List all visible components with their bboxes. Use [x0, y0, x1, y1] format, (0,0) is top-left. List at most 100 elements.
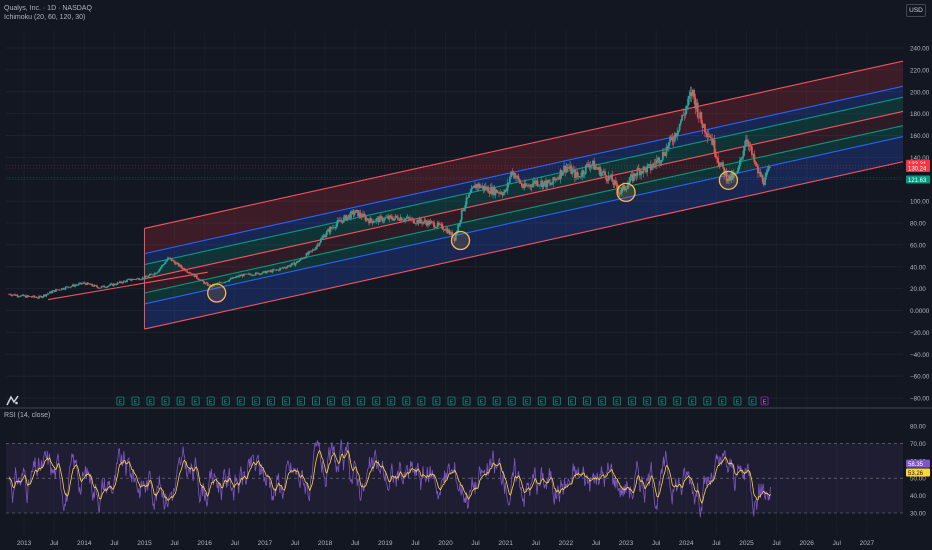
- candle: [279, 268, 281, 271]
- time-tick-label: 2016: [197, 540, 212, 547]
- earnings-label: E: [239, 400, 243, 406]
- candle: [738, 160, 741, 167]
- chart-canvas[interactable]: EEEEEEEEEEEEEEEEEEEEEEEEEEEEEEEEEEEEEEEE…: [0, 0, 932, 550]
- price-tick-label: 240.00: [910, 46, 930, 53]
- candle: [740, 158, 742, 161]
- price-tick-label: −40.00: [910, 352, 930, 359]
- time-tick-label: Jul: [411, 540, 420, 547]
- earnings-label: E: [690, 400, 694, 406]
- candle: [342, 217, 345, 223]
- candle: [201, 279, 204, 282]
- price-tick-label: −80.00: [910, 396, 930, 403]
- channel-band: [144, 111, 904, 293]
- symbol-title[interactable]: Qualys, Inc. · 1D · NASDAQ: [4, 5, 92, 12]
- candle: [681, 114, 683, 121]
- candle: [469, 192, 472, 195]
- candle: [742, 150, 745, 157]
- candle: [350, 211, 352, 219]
- candle: [67, 286, 69, 288]
- candle: [551, 183, 553, 185]
- candle: [325, 231, 328, 235]
- candle: [611, 174, 614, 182]
- earnings-label: E: [359, 400, 363, 406]
- candle: [70, 286, 73, 287]
- candle: [419, 218, 422, 222]
- candle: [390, 216, 393, 220]
- candle: [584, 165, 587, 174]
- price-tick-label: 60.00: [910, 242, 926, 249]
- candle: [671, 137, 674, 142]
- currency-button[interactable]: USD: [906, 4, 926, 17]
- tradingview-logo-icon: [6, 395, 19, 406]
- candle: [719, 163, 722, 167]
- time-axis[interactable]: 2013 Jul 2014 Jul 2015 Jul 2016 Jul 2017 Jul 2018 J…: [17, 540, 875, 547]
- candle: [665, 147, 668, 156]
- candle: [97, 287, 100, 289]
- candle: [393, 218, 396, 221]
- candle: [713, 139, 716, 154]
- earnings-label: E: [570, 400, 574, 406]
- price-axis[interactable]: 240.00220.00200.00180.00160.00140.00120.…: [910, 46, 930, 403]
- candle: [33, 295, 36, 298]
- candle: [115, 284, 118, 286]
- candle: [684, 109, 687, 116]
- candle: [62, 288, 65, 290]
- candle: [431, 221, 434, 223]
- candle: [746, 139, 748, 142]
- candle: [45, 294, 48, 297]
- candle: [105, 287, 108, 288]
- candle: [518, 178, 521, 183]
- candle: [286, 266, 289, 268]
- candle: [716, 157, 718, 159]
- candle: [106, 286, 109, 288]
- candle: [321, 237, 323, 239]
- candle: [41, 296, 44, 298]
- time-tick-label: Jul: [652, 540, 661, 547]
- candle: [590, 164, 593, 166]
- candle: [335, 223, 338, 228]
- candle: [253, 274, 256, 276]
- earnings-label: E: [480, 400, 484, 406]
- candle: [696, 102, 699, 118]
- candle: [294, 263, 297, 266]
- earnings-label: E: [209, 400, 213, 406]
- candle: [169, 257, 172, 259]
- candle: [185, 270, 187, 272]
- candle: [378, 216, 381, 223]
- price-tick-label: 0.0000: [910, 308, 930, 315]
- earnings-label: E: [344, 400, 348, 406]
- candle: [604, 171, 606, 176]
- candle: [100, 286, 103, 288]
- candle: [318, 242, 321, 246]
- earnings-label: E: [525, 400, 529, 406]
- rsi-tick-label: 70.00: [910, 441, 926, 448]
- candle: [561, 172, 564, 176]
- earnings-label: E: [224, 400, 228, 406]
- candle: [165, 260, 168, 262]
- candle: [363, 213, 366, 216]
- candle: [346, 216, 349, 221]
- candle: [722, 162, 724, 168]
- candle: [636, 168, 639, 176]
- candle: [384, 217, 387, 219]
- price-tick-label: 180.00: [910, 111, 930, 118]
- candle: [164, 261, 167, 264]
- candle: [652, 163, 655, 168]
- candle: [63, 289, 66, 290]
- ichimoku-legend[interactable]: Ichimoku (20, 60, 120, 30): [4, 14, 85, 21]
- candle: [152, 274, 155, 276]
- earnings-label: E: [179, 400, 183, 406]
- candle: [265, 271, 268, 274]
- candle: [37, 297, 39, 299]
- earnings-label: E: [405, 400, 409, 406]
- earnings-label: E: [269, 400, 273, 406]
- candle: [766, 170, 769, 173]
- candle: [197, 278, 199, 280]
- candle: [291, 263, 293, 266]
- price-tick-label: 100.00: [910, 199, 930, 206]
- candle: [397, 217, 399, 220]
- candle: [126, 279, 128, 282]
- rsi-legend[interactable]: RSI (14, close): [4, 412, 50, 419]
- candle: [76, 284, 79, 286]
- candle: [614, 180, 617, 184]
